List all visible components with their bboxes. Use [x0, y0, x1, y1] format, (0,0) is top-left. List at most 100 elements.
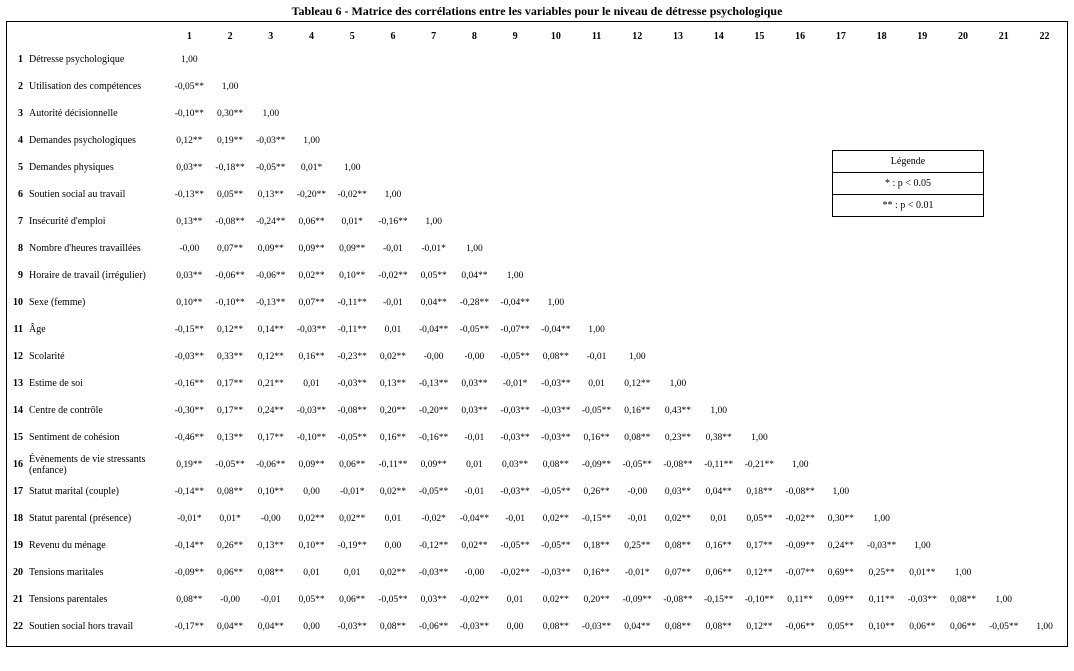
cell [861, 73, 902, 100]
cell: 0,11** [861, 586, 902, 613]
cell [617, 100, 658, 127]
cell: -0,04** [413, 316, 454, 343]
cell: -0,04** [495, 289, 536, 316]
cell: 0,18** [739, 478, 780, 505]
cell [943, 289, 984, 316]
cell [943, 100, 984, 127]
cell: 0,16** [698, 532, 739, 559]
cell: 1,00 [739, 424, 780, 451]
cell: 0,14** [250, 316, 291, 343]
cell [983, 235, 1024, 262]
cell [698, 154, 739, 181]
cell [495, 235, 536, 262]
cell: 1,00 [454, 235, 495, 262]
cell: 0,08** [617, 424, 658, 451]
cell: -0,01* [617, 559, 658, 586]
cell [698, 127, 739, 154]
cell: 0,04** [698, 478, 739, 505]
cell: -0,03** [495, 424, 536, 451]
col-header-20: 20 [943, 26, 984, 46]
cell: 0,69** [821, 559, 862, 586]
cell: -0,03** [250, 127, 291, 154]
col-header-3: 3 [250, 26, 291, 46]
cell: 0,26** [576, 478, 617, 505]
cell: -0,11** [332, 289, 373, 316]
cell: -0,04** [454, 505, 495, 532]
cell [1024, 316, 1065, 343]
cell [902, 46, 943, 73]
row-number: 9 [9, 262, 27, 289]
cell [902, 73, 943, 100]
cell: -0,11** [332, 316, 373, 343]
cell: 0,23** [658, 424, 699, 451]
cell [413, 46, 454, 73]
row-label: Statut parental (présence) [27, 505, 169, 532]
cell [943, 46, 984, 73]
cell: 1,00 [902, 532, 943, 559]
cell [983, 505, 1024, 532]
cell [658, 316, 699, 343]
cell [291, 46, 332, 73]
col-header-15: 15 [739, 26, 780, 46]
row-number: 5 [9, 154, 27, 181]
cell: 0,06** [902, 613, 943, 640]
cell [983, 262, 1024, 289]
cell: 0,16** [373, 424, 414, 451]
cell [739, 370, 780, 397]
row-number: 22 [9, 613, 27, 640]
correlation-matrix-table: 12345678910111213141516171819202122 1Dét… [9, 26, 1065, 640]
cell [780, 46, 821, 73]
cell: 0,19** [169, 451, 210, 478]
cell [902, 397, 943, 424]
cell [210, 46, 251, 73]
cell: -0,05** [495, 343, 536, 370]
cell [698, 100, 739, 127]
cell: -0,03** [291, 316, 332, 343]
cell: -0,01 [373, 235, 414, 262]
col-header-22: 22 [1024, 26, 1065, 46]
cell: -0,03** [576, 613, 617, 640]
cell: 0,09** [291, 451, 332, 478]
row-label: Statut marital (couple) [27, 478, 169, 505]
cell: -0,03** [332, 613, 373, 640]
cell [780, 154, 821, 181]
cell: 0,20** [576, 586, 617, 613]
cell [739, 262, 780, 289]
cell: -0,11** [698, 451, 739, 478]
cell [821, 262, 862, 289]
cell [698, 370, 739, 397]
cell [698, 73, 739, 100]
cell: -0,10** [210, 289, 251, 316]
cell: 1,00 [617, 343, 658, 370]
cell: -0,05** [617, 451, 658, 478]
cell [576, 208, 617, 235]
cell [454, 73, 495, 100]
cell [739, 397, 780, 424]
table-row: 21Tensions parentales0,08**-0,00-0,010,0… [9, 586, 1065, 613]
row-label: Âge [27, 316, 169, 343]
cell: 1,00 [169, 46, 210, 73]
cell [861, 235, 902, 262]
cell: -0,13** [413, 370, 454, 397]
row-label: Nombre d'heures travaillées [27, 235, 169, 262]
cell [983, 424, 1024, 451]
cell [373, 46, 414, 73]
cell: -0,00 [250, 505, 291, 532]
cell [983, 127, 1024, 154]
cell [576, 100, 617, 127]
cell: 1,00 [821, 478, 862, 505]
cell: -0,08** [332, 397, 373, 424]
col-header-12: 12 [617, 26, 658, 46]
cell: -0,10** [739, 586, 780, 613]
cell: 0,25** [617, 532, 658, 559]
cell: 0,03** [169, 262, 210, 289]
cell: 0,09** [413, 451, 454, 478]
cell: -0,01 [250, 586, 291, 613]
cell: 0,24** [821, 532, 862, 559]
cell: -0,23** [332, 343, 373, 370]
cell: 0,00 [291, 478, 332, 505]
cell [413, 100, 454, 127]
cell: -0,01* [495, 370, 536, 397]
cell: 0,01 [291, 370, 332, 397]
cell [943, 316, 984, 343]
